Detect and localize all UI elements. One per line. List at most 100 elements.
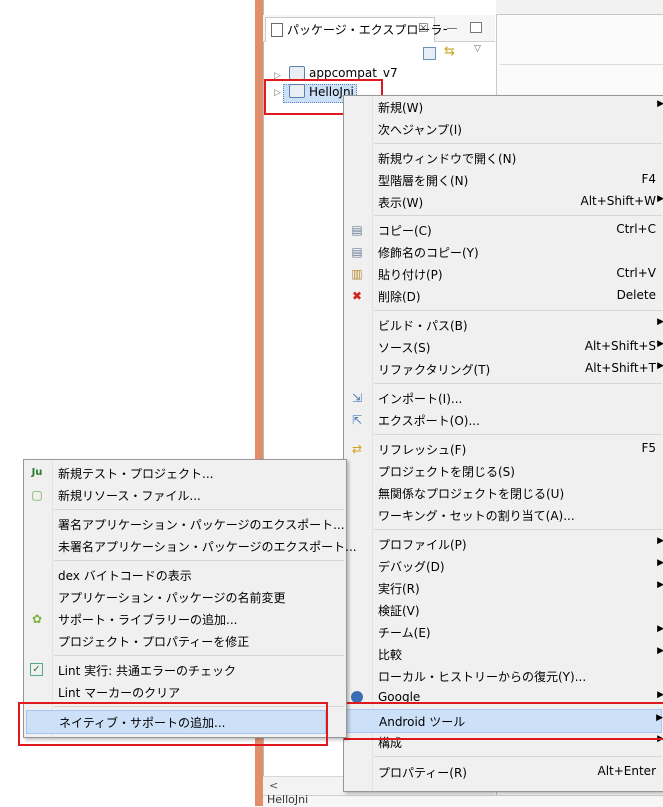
menu-item-run-lint[interactable]: ✓ Lint 実行: 共通エラーのチェック xyxy=(24,659,346,681)
menu-item-assign-working-set[interactable]: ワーキング・セットの割り当て(A)... xyxy=(344,504,663,526)
menu-item-open-type-hierarchy[interactable]: 型階層を開く(N) F4 xyxy=(344,169,663,191)
new-resource-icon: ▢ xyxy=(31,488,43,502)
menu-separator xyxy=(374,434,662,435)
menu-item-add-support-library[interactable]: ✿ サポート・ライブラリーの追加... xyxy=(24,608,346,630)
menu-item-clear-lint[interactable]: Lint マーカーのクリア xyxy=(24,681,346,703)
menu-item-build-path[interactable]: ビルド・パス(B) ▶ xyxy=(344,314,663,336)
menu-separator xyxy=(374,529,662,530)
submenu-arrow-icon: ▶ xyxy=(657,194,663,204)
menu-label: 型階層を開く(N) xyxy=(378,174,469,188)
menu-label: 無関係なプロジェクトを閉じる(U) xyxy=(378,487,565,501)
collapse-all-icon[interactable] xyxy=(423,47,436,60)
maximize-icon[interactable] xyxy=(470,22,482,33)
submenu-arrow-icon: ▶ xyxy=(657,536,663,546)
menu-item-import[interactable]: ⇲ インポート(I)... xyxy=(344,387,663,409)
menu-shortcut: Alt+Enter xyxy=(597,764,656,778)
menu-label: ビルド・パス(B) xyxy=(378,319,468,333)
menu-label: ソース(S) xyxy=(378,341,431,355)
menu-item-close-project[interactable]: プロジェクトを閉じる(S) xyxy=(344,460,663,482)
submenu-arrow-icon: ▶ xyxy=(657,558,663,568)
paste-icon: ▥ xyxy=(351,267,363,281)
menu-item-export-signed[interactable]: 署名アプリケーション・パッケージのエクスポート... xyxy=(24,513,346,535)
menu-label: プロパティー(R) xyxy=(378,766,467,780)
tree-item-appcompat[interactable]: appcompat_v7 xyxy=(309,66,398,80)
menu-label: サポート・ライブラリーの追加... xyxy=(58,613,238,627)
menu-label: Lint マーカーのクリア xyxy=(58,686,181,700)
menu-item-go-into[interactable]: 次へジャンプ(I) xyxy=(344,118,663,140)
menu-item-new-test-project[interactable]: Ju 新規テスト・プロジェクト... xyxy=(24,462,346,484)
menu-label: リフレッシュ(F) xyxy=(378,443,467,457)
menu-item-delete[interactable]: ✖ 削除(D) Delete xyxy=(344,285,663,307)
menu-item-rename-package[interactable]: アプリケーション・パッケージの名前変更 xyxy=(24,586,346,608)
menu-separator xyxy=(374,215,662,216)
menu-item-new[interactable]: 新規(W) ▶ xyxy=(344,96,663,118)
menu-item-close-unrelated[interactable]: 無関係なプロジェクトを閉じる(U) xyxy=(344,482,663,504)
menu-item-refactor[interactable]: リファクタリング(T) Alt+Shift+T ▶ xyxy=(344,358,663,380)
submenu-arrow-icon: ▶ xyxy=(657,99,663,109)
menu-label: dex バイトコードの表示 xyxy=(58,569,192,583)
close-icon[interactable]: ☒ xyxy=(418,21,429,35)
menu-item-fix-properties[interactable]: プロジェクト・プロパティーを修正 xyxy=(24,630,346,652)
menu-item-copy[interactable]: ▤ コピー(C) Ctrl+C xyxy=(344,219,663,241)
menu-label: 比較 xyxy=(378,648,403,662)
menu-item-restore-history[interactable]: ローカル・ヒストリーからの復元(Y)... xyxy=(344,665,663,687)
menu-label: ワーキング・セットの割り当て(A)... xyxy=(378,509,575,523)
menu-shortcut: Delete xyxy=(616,288,656,302)
menu-label: コピー(C) xyxy=(378,224,432,238)
menu-item-copy-qualified[interactable]: ▤ 修飾名のコピー(Y) xyxy=(344,241,663,263)
menu-item-validate[interactable]: 検証(V) xyxy=(344,599,663,621)
menu-label: ローカル・ヒストリーからの復元(Y)... xyxy=(378,670,587,684)
project-icon xyxy=(289,66,305,80)
menu-label: 貼り付け(P) xyxy=(378,268,443,282)
annotation-box-native-support xyxy=(18,702,328,746)
menu-item-run[interactable]: 実行(R) ▶ xyxy=(344,577,663,599)
menu-item-paste[interactable]: ▥ 貼り付け(P) Ctrl+V xyxy=(344,263,663,285)
status-bar: HelloJni xyxy=(263,793,663,807)
menu-label: アプリケーション・パッケージの名前変更 xyxy=(58,591,286,605)
menu-separator xyxy=(54,560,344,561)
submenu-arrow-icon: ▶ xyxy=(657,339,663,349)
android-tools-submenu: Ju 新規テスト・プロジェクト... ▢ 新規リソース・ファイル... 署名アプリケ… xyxy=(23,459,357,738)
menu-label: 未署名アプリケーション・パッケージのエクスポート... xyxy=(58,540,357,554)
menu-label: Lint 実行: 共通エラーのチェック xyxy=(58,664,237,678)
menu-item-team[interactable]: チーム(E) ▶ xyxy=(344,621,663,643)
menu-item-new-resource-file[interactable]: ▢ 新規リソース・ファイル... xyxy=(24,484,346,506)
menu-label: チーム(E) xyxy=(378,626,431,640)
link-with-editor-icon[interactable]: ⇆ xyxy=(444,44,455,59)
lint-check-icon: ✓ xyxy=(30,663,43,676)
menu-shortcut: Ctrl+C xyxy=(616,222,656,236)
menu-item-display-dex[interactable]: dex バイトコードの表示 xyxy=(24,564,346,586)
submenu-arrow-icon: ▶ xyxy=(657,646,663,656)
menu-separator xyxy=(54,655,344,656)
menu-label: 新規テスト・プロジェクト... xyxy=(58,467,214,481)
menu-separator xyxy=(374,756,662,757)
menu-item-source[interactable]: ソース(S) Alt+Shift+S ▶ xyxy=(344,336,663,358)
menu-item-refresh[interactable]: ⇄ リフレッシュ(F) F5 xyxy=(344,438,663,460)
menu-item-export[interactable]: ⇱ エクスポート(O)... xyxy=(344,409,663,431)
menu-label: 新規リソース・ファイル... xyxy=(58,489,201,503)
menu-item-debug[interactable]: デバッグ(D) ▶ xyxy=(344,555,663,577)
junit-icon: Ju xyxy=(31,467,43,478)
menu-item-compare[interactable]: 比較 ▶ xyxy=(344,643,663,665)
view-menu-icon[interactable]: ▽ xyxy=(474,44,481,54)
submenu-arrow-icon: ▶ xyxy=(657,624,663,634)
android-icon: ✿ xyxy=(31,612,43,626)
menu-label: エクスポート(O)... xyxy=(378,414,480,428)
menu-item-export-unsigned[interactable]: 未署名アプリケーション・パッケージのエクスポート... xyxy=(24,535,357,557)
scroll-left-icon[interactable]: < xyxy=(269,779,278,792)
menu-item-properties[interactable]: プロパティー(R) Alt+Enter xyxy=(344,761,663,783)
menu-shortcut: Alt+Shift+T xyxy=(585,361,656,375)
menu-shortcut: F5 xyxy=(641,441,656,455)
minimize-icon[interactable] xyxy=(447,28,457,30)
menu-item-show-in[interactable]: 表示(W) Alt+Shift+W ▶ xyxy=(344,191,663,213)
menu-separator xyxy=(374,383,662,384)
export-icon: ⇱ xyxy=(351,413,363,427)
menu-label: 次へジャンプ(I) xyxy=(378,123,462,137)
submenu-arrow-icon: ▶ xyxy=(657,580,663,590)
menu-item-profile[interactable]: プロファイル(P) ▶ xyxy=(344,533,663,555)
menu-label: 署名アプリケーション・パッケージのエクスポート... xyxy=(58,518,345,532)
menu-separator xyxy=(374,143,662,144)
refresh-icon: ⇄ xyxy=(351,442,363,456)
menu-item-open-new-window[interactable]: 新規ウィンドウで開く(N) xyxy=(344,147,663,169)
right-panel-header xyxy=(500,42,663,65)
